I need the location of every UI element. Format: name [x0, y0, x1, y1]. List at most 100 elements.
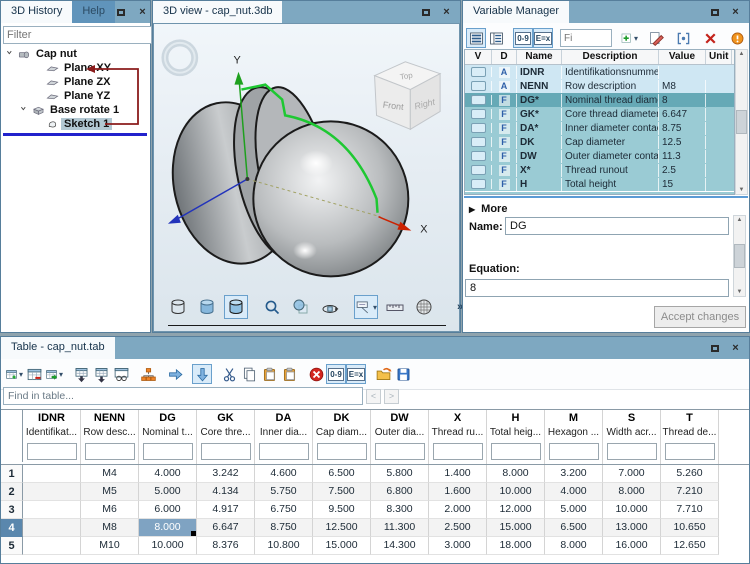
row-header-4[interactable]: 4	[1, 519, 23, 537]
view-details-button[interactable]	[486, 28, 506, 48]
accept-changes-button[interactable]: Accept changes	[654, 306, 746, 328]
copy-button[interactable]	[239, 364, 259, 384]
visibility-checkbox[interactable]	[471, 109, 486, 119]
scrollbar-thumb[interactable]	[736, 110, 747, 134]
variable-row-idnr[interactable]: AIDNRIdentifikationsnummer	[465, 65, 734, 79]
cell-da-row5[interactable]: 10.800	[255, 537, 313, 555]
vm-column-header-unit[interactable]: Unit	[706, 50, 732, 64]
cell-nenn-row3[interactable]: M6	[81, 501, 139, 519]
tab-variable-manager[interactable]: Variable Manager	[463, 1, 569, 23]
close-icon[interactable]: ×	[729, 6, 742, 19]
cell-gk-row1[interactable]: 3.242	[197, 465, 255, 483]
variable-name-cell[interactable]: GK*	[517, 108, 562, 121]
tree-item-cap-nut[interactable]: Cap nut	[1, 47, 150, 61]
visibility-checkbox[interactable]	[471, 67, 486, 77]
cell-s-row5[interactable]: 16.000	[603, 537, 661, 555]
show-values-button[interactable]: 0-9	[326, 364, 346, 384]
variable-value-cell[interactable]: 15	[659, 178, 706, 191]
variable-value-cell[interactable]: 2.5	[659, 164, 706, 177]
variable-value-cell[interactable]: 6.647	[659, 108, 706, 121]
more-expander[interactable]: ▶ More	[469, 203, 507, 215]
maximize-icon[interactable]	[419, 6, 432, 19]
delete-row-button[interactable]	[24, 364, 44, 384]
visibility-cell[interactable]	[465, 81, 492, 91]
row-header-2[interactable]: 2	[1, 483, 23, 501]
cell-da-row2[interactable]: 5.750	[255, 483, 313, 501]
maximize-icon[interactable]	[708, 6, 721, 19]
cell-s-row4[interactable]: 13.000	[603, 519, 661, 537]
show-equations-button[interactable]: E=x	[346, 364, 366, 384]
variable-name-cell[interactable]: DG*	[517, 94, 562, 107]
column-filter-input[interactable]	[85, 443, 135, 460]
cell-dg-row5[interactable]: 10.000	[139, 537, 197, 555]
column-header-idnr[interactable]: IDNRIdentifikat...	[23, 410, 81, 464]
delete-variable-button[interactable]	[700, 28, 720, 48]
cell-s-row1[interactable]: 7.000	[603, 465, 661, 483]
tab-3d-history[interactable]: 3D History	[1, 1, 72, 23]
cap-nut-model[interactable]: Top Front Right Y	[154, 24, 459, 331]
scroll-down-icon[interactable]: ▼	[737, 289, 743, 295]
show-equations-button[interactable]: E=x	[533, 28, 553, 48]
tree-item-base-rotate-1[interactable]: Base rotate 1	[1, 103, 150, 117]
detail-scrollbar[interactable]: ▲ ▼	[733, 215, 746, 297]
history-filter-input[interactable]	[3, 26, 152, 44]
variable-value-cell[interactable]: 8.75	[659, 122, 706, 135]
cell-dw-row1[interactable]: 5.800	[371, 465, 429, 483]
cell-da-row4[interactable]: 8.750	[255, 519, 313, 537]
visibility-cell[interactable]	[465, 179, 492, 189]
column-header-m[interactable]: MHexagon ...	[545, 410, 603, 464]
column-filter-input[interactable]	[375, 443, 425, 460]
apply-down-button[interactable]	[192, 364, 212, 384]
cell-idnr-row5[interactable]	[23, 537, 81, 555]
variable-description-cell[interactable]: Identifikationsnummer	[562, 66, 659, 79]
cell-t-row5[interactable]: 12.650	[661, 537, 719, 555]
cell-t-row3[interactable]: 7.710	[661, 501, 719, 519]
cell-dg-row1[interactable]: 4.000	[139, 465, 197, 483]
row-header-5[interactable]: 5	[1, 537, 23, 555]
cell-x-row5[interactable]: 3.000	[429, 537, 487, 555]
tab-table[interactable]: Table - cap_nut.tab	[1, 337, 115, 359]
cell-s-row3[interactable]: 10.000	[603, 501, 661, 519]
maximize-icon[interactable]	[708, 342, 721, 355]
measure-button[interactable]	[383, 295, 407, 319]
add-column-button[interactable]: ▾	[44, 364, 64, 384]
cut-button[interactable]	[219, 364, 239, 384]
update-variables-button[interactable]	[727, 28, 747, 48]
cell-nenn-row2[interactable]: M5	[81, 483, 139, 501]
cell-da-row3[interactable]: 6.750	[255, 501, 313, 519]
scroll-up-icon[interactable]: ▲	[739, 51, 745, 57]
copy-variable-button[interactable]	[673, 28, 693, 48]
variable-value-cell[interactable]: 8	[659, 94, 706, 107]
variable-name-cell[interactable]: IDNR	[517, 66, 562, 79]
cell-fill-handle[interactable]	[191, 531, 196, 536]
column-filter-input[interactable]	[27, 443, 77, 460]
visibility-cell[interactable]	[465, 67, 492, 77]
variable-value-cell[interactable]: 11.3	[659, 150, 706, 163]
insert-row-below-button[interactable]	[91, 364, 111, 384]
column-header-dk[interactable]: DKCap diam...	[313, 410, 371, 464]
column-filter-input[interactable]	[259, 443, 309, 460]
cell-t-row2[interactable]: 7.210	[661, 483, 719, 501]
variable-row-h[interactable]: FHTotal height15	[465, 177, 734, 191]
tree-item-plane-yz[interactable]: Plane YZ	[1, 89, 150, 103]
visibility-cell[interactable]	[465, 123, 492, 133]
variable-description-cell[interactable]: Nominal thread diameter	[562, 94, 659, 107]
show-values-button[interactable]: 0-9	[513, 28, 533, 48]
insert-row-above-button[interactable]	[71, 364, 91, 384]
cell-x-row1[interactable]: 1.400	[429, 465, 487, 483]
variable-name-cell[interactable]: H	[517, 178, 562, 191]
cell-x-row4[interactable]: 2.500	[429, 519, 487, 537]
row-header-3[interactable]: 3	[1, 501, 23, 519]
variable-name-cell[interactable]: NENN	[517, 80, 562, 93]
column-filter-input[interactable]	[143, 443, 193, 460]
transparency-button[interactable]	[289, 295, 313, 319]
variable-description-cell[interactable]: Outer diameter contac...	[562, 150, 659, 163]
variable-name-input[interactable]	[505, 217, 729, 235]
cell-s-row2[interactable]: 8.000	[603, 483, 661, 501]
visibility-checkbox[interactable]	[471, 179, 486, 189]
cell-m-row4[interactable]: 6.500	[545, 519, 603, 537]
cell-idnr-row4[interactable]	[23, 519, 81, 537]
variable-filter-input[interactable]	[560, 29, 612, 47]
cell-idnr-row2[interactable]	[23, 483, 81, 501]
cell-gk-row5[interactable]: 8.376	[197, 537, 255, 555]
